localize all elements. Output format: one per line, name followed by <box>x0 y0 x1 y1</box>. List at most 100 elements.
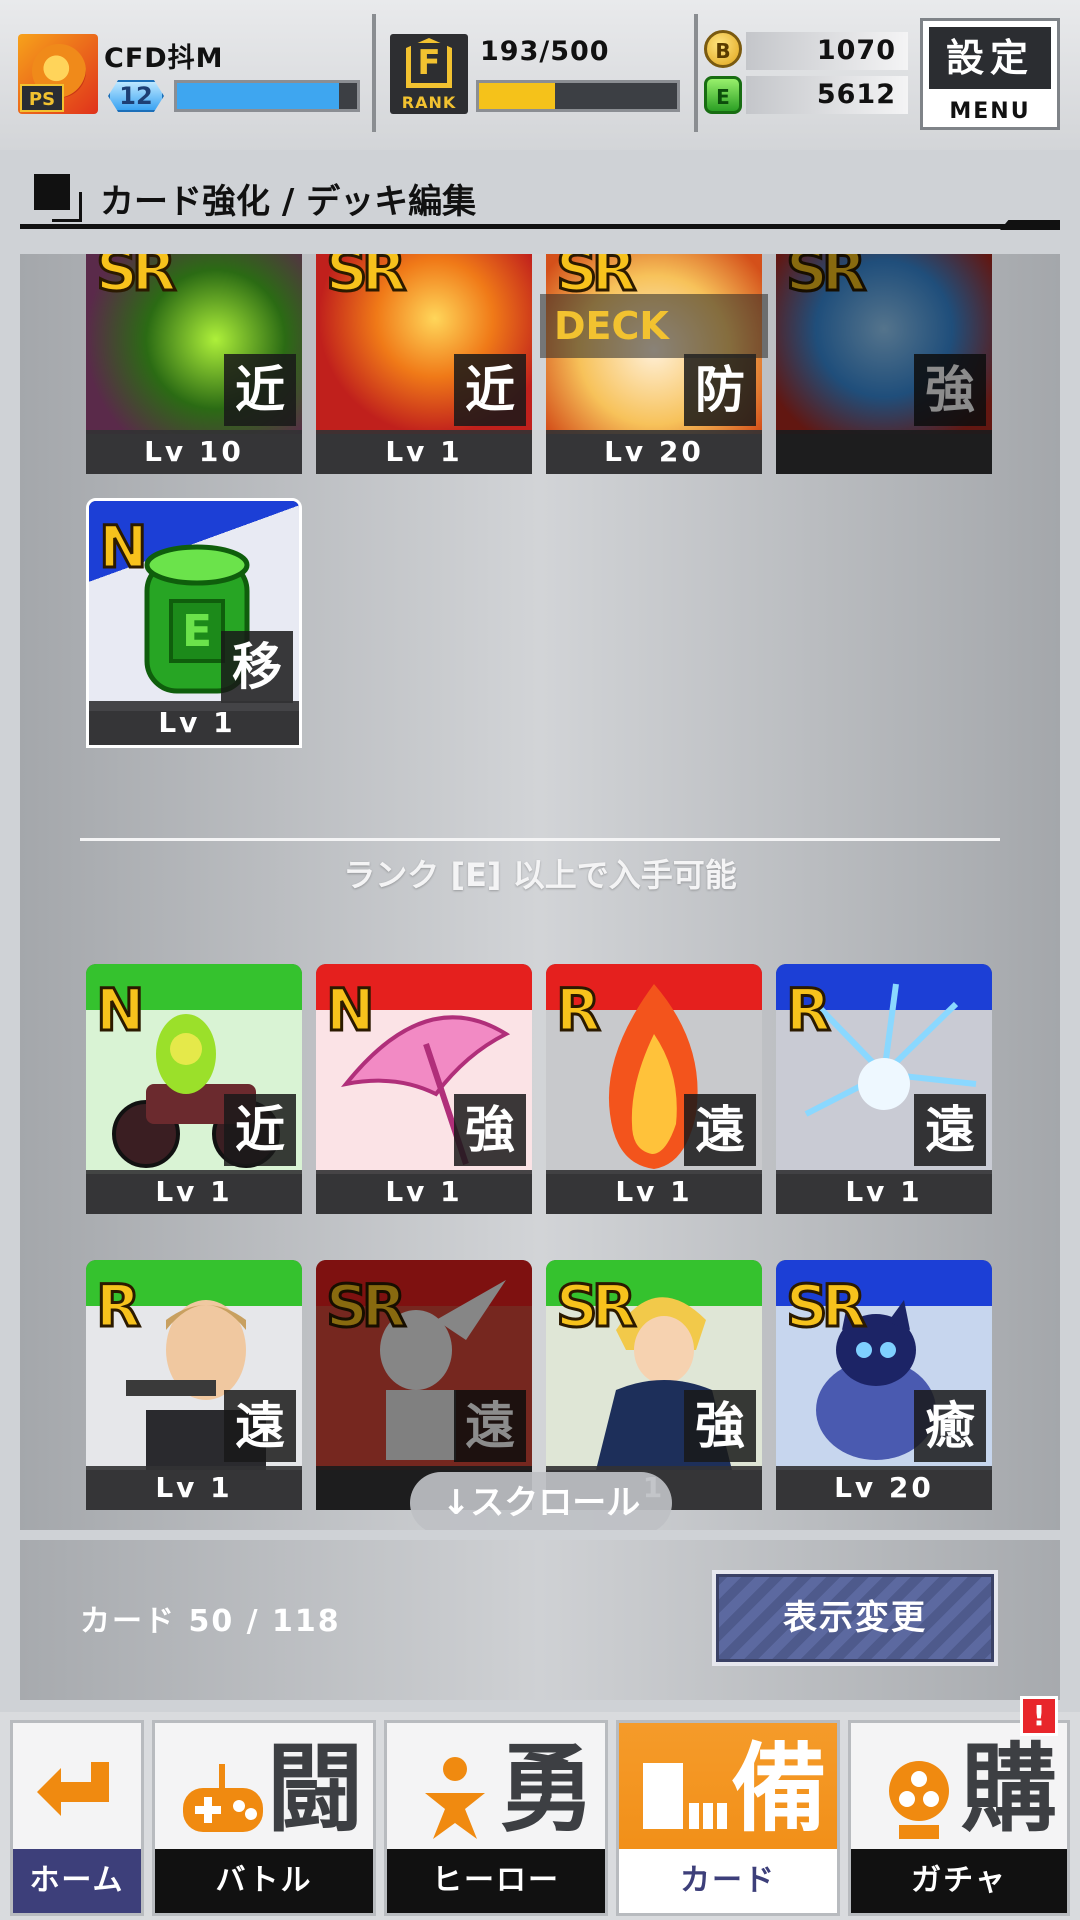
svg-text:E: E <box>182 606 212 657</box>
settings-label: 設定 <box>929 27 1051 89</box>
card-rarity: SR <box>324 1271 407 1342</box>
nav-kanji: 備 <box>731 1733 827 1845</box>
hero-icon <box>405 1753 505 1843</box>
card-rarity: SR <box>324 254 407 306</box>
player-level: 12 <box>119 82 153 110</box>
nav-label: カード <box>619 1849 837 1913</box>
player-name: CFD抖M <box>104 43 224 74</box>
card-rarity: SR <box>784 1271 867 1342</box>
ps-badge-icon: PS <box>20 84 64 112</box>
level-progress-fill <box>177 83 339 109</box>
scroll-hint: ↓スクロール <box>410 1472 672 1530</box>
nav-label: ホーム <box>13 1849 141 1913</box>
card-item[interactable]: SR 癒 Lv 20 <box>776 1260 992 1510</box>
card-type: 近 <box>224 354 296 426</box>
nav-label: ガチャ <box>851 1849 1067 1913</box>
card-level: Lv 1 <box>316 1170 532 1214</box>
menu-label: MENU <box>949 99 1031 124</box>
card-item[interactable]: N 強 Lv 1 <box>316 964 532 1214</box>
rank-label: RANK <box>401 93 457 112</box>
card-rarity: R <box>785 975 833 1046</box>
settings-menu-button[interactable]: 設定 MENU <box>920 18 1060 130</box>
card-item[interactable]: R 遠 Lv 1 <box>776 964 992 1214</box>
nav-label: バトル <box>155 1849 373 1913</box>
player-avatar[interactable]: PS <box>18 34 98 114</box>
card-item[interactable]: E N 移 Lv 1 <box>86 498 302 748</box>
energy-icon: E <box>704 76 742 114</box>
card-type: 防 <box>684 354 756 426</box>
nav-label: ヒーロー <box>387 1849 605 1913</box>
title-underline-accent <box>1000 220 1060 230</box>
card-item[interactable]: R 遠 Lv 1 <box>546 964 762 1214</box>
card-type: 遠 <box>914 1094 986 1166</box>
level-progress-bar <box>174 80 360 112</box>
header-divider <box>372 14 376 132</box>
card-level: Lv 1 <box>89 701 299 745</box>
card-item[interactable]: N 近 Lv 1 <box>86 964 302 1214</box>
player-level-badge: 12 <box>104 78 168 114</box>
card-level: Lv 20 <box>546 430 762 474</box>
card-count: カード 50 / 118 <box>80 1604 341 1639</box>
energy-value: 5612 <box>746 76 908 114</box>
page-title-bar: カード強化 / デッキ編集 <box>20 168 1060 236</box>
title-bracket-icon <box>52 192 82 222</box>
robot-icon <box>380 1280 506 1460</box>
card-type: 近 <box>224 1094 296 1166</box>
card-level: Lv 1 <box>546 1170 762 1214</box>
card-type: 近 <box>454 354 526 426</box>
card-list-panel[interactable]: SR 近 Lv 10 SR 近 Lv 1 SR 防 Lv 20 DECK SR … <box>20 254 1060 1530</box>
coin-value: 1070 <box>746 32 908 70</box>
nav-kanji: 勇 <box>499 1733 595 1845</box>
card-rarity: R <box>555 975 603 1046</box>
card-rarity: SR <box>784 254 867 306</box>
nav-battle[interactable]: 闘 バトル <box>152 1720 376 1916</box>
deck-badge: DECK <box>540 294 768 358</box>
status-header: PS CFD抖M 12 F RANK 193/500 B 1070 E 5612… <box>0 0 1080 150</box>
card-level <box>776 430 992 474</box>
card-type: 癒 <box>914 1390 986 1462</box>
bottom-nav: ホーム 闘 バトル 勇 ヒーロー 備 カード 購 ガチャ <box>0 1712 1080 1920</box>
card-type: 強 <box>684 1390 756 1462</box>
cards-icon <box>637 1753 737 1843</box>
gamepad-icon <box>173 1753 273 1843</box>
card-rarity: SR <box>94 254 177 306</box>
card-count-bar: カード 50 / 118 表示変更 <box>20 1540 1060 1700</box>
page-title: カード強化 / デッキ編集 <box>100 182 477 222</box>
card-type: 移 <box>221 631 293 703</box>
card-art <box>316 1260 532 1470</box>
card-level: Lv 1 <box>86 1466 302 1510</box>
display-change-button[interactable]: 表示変更 <box>712 1570 998 1666</box>
header-divider <box>694 14 698 132</box>
section-divider <box>80 838 1000 841</box>
card-type: 強 <box>454 1094 526 1166</box>
card-item[interactable]: R 遠 Lv 1 <box>86 1260 302 1510</box>
section-label: ランク [E] 以上で入手可能 <box>343 856 737 894</box>
coin-icon: B <box>704 30 742 68</box>
card-item[interactable]: SR 防 Lv 20 <box>546 254 762 474</box>
rank-icon: F RANK <box>390 34 468 114</box>
nav-home[interactable]: ホーム <box>10 1720 144 1916</box>
card-type: 遠 <box>224 1390 296 1462</box>
card-level: Lv 20 <box>776 1466 992 1510</box>
card-rarity: R <box>95 1271 143 1342</box>
rank-progress-fill <box>479 83 556 109</box>
card-rarity: N <box>95 975 146 1046</box>
card-item[interactable]: SR 近 Lv 10 <box>86 254 302 474</box>
card-item[interactable]: SR 強 <box>776 254 992 474</box>
card-type: 強 <box>914 354 986 426</box>
card-level: Lv 1 <box>316 430 532 474</box>
card-rarity: SR <box>554 1271 637 1342</box>
rank-progress-bar <box>476 80 680 112</box>
title-underline <box>20 224 1060 229</box>
return-arrow-icon <box>29 1747 129 1837</box>
rank-progress-text: 193/500 <box>480 36 610 67</box>
nav-hero[interactable]: 勇 ヒーロー <box>384 1720 608 1916</box>
nav-card[interactable]: 備 カード <box>616 1720 840 1916</box>
nav-gacha[interactable]: 購 ガチャ <box>848 1720 1070 1916</box>
card-level: Lv 1 <box>776 1170 992 1214</box>
gacha-alert-badge: ! <box>1020 1696 1058 1736</box>
card-art <box>776 254 992 434</box>
gacha-icon <box>869 1753 969 1843</box>
card-item[interactable]: SR 近 Lv 1 <box>316 254 532 474</box>
card-level: Lv 1 <box>86 1170 302 1214</box>
